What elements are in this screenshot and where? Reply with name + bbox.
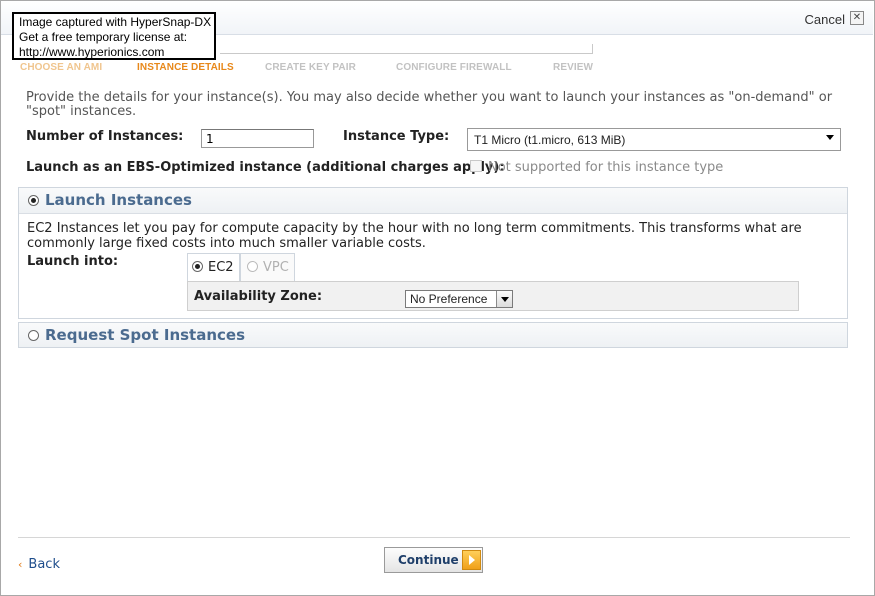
tab-vpc-label: VPC (263, 260, 289, 275)
wizard-progress-end (592, 44, 593, 54)
availability-zone-select[interactable]: No Preference (405, 290, 513, 308)
availability-zone-row: Availability Zone: No Preference (187, 281, 799, 311)
step-choose-ami: CHOOSE AN AMI (20, 62, 103, 73)
launch-into-label: Launch into: (27, 254, 119, 269)
intro-text: Provide the details for your instance(s)… (26, 90, 833, 119)
ebs-optimized-checkbox[interactable] (470, 160, 482, 172)
availability-zone-value: No Preference (410, 292, 488, 306)
back-link[interactable]: ‹ Back (18, 557, 60, 572)
launch-instances-panel: Launch Instances EC2 Instances let you p… (18, 187, 848, 319)
chevron-down-icon (826, 135, 834, 140)
instance-type-value: T1 Micro (t1.micro, 613 MiB) (474, 133, 626, 147)
ebs-not-supported-note: Not supported for this instance type (488, 160, 724, 175)
ec2-radio[interactable] (192, 261, 203, 272)
request-spot-header[interactable]: Request Spot Instances (19, 323, 847, 347)
close-icon[interactable]: ✕ (850, 11, 864, 25)
watermark-line-2: Get a free temporary license at: (19, 30, 188, 44)
instance-type-select[interactable]: T1 Micro (t1.micro, 613 MiB) (467, 128, 841, 151)
launch-instances-title[interactable]: Launch Instances (45, 191, 192, 209)
wizard-progress-line (220, 53, 592, 54)
availability-zone-label: Availability Zone: (194, 289, 323, 304)
vpc-radio (247, 261, 258, 272)
watermark-line-3: http://www.hyperionics.com (19, 45, 165, 59)
step-configure-firewall: CONFIGURE FIREWALL (396, 62, 512, 73)
continue-button[interactable]: Continue (384, 547, 483, 573)
cancel-link[interactable]: Cancel (805, 12, 845, 27)
hypersnap-watermark: Image captured with HyperSnap-DX Get a f… (12, 12, 216, 60)
num-instances-label: Number of Instances: (26, 129, 184, 144)
back-label: Back (28, 557, 60, 572)
arrow-right-icon (462, 550, 481, 570)
tab-ec2[interactable]: EC2 (187, 253, 240, 281)
watermark-line-1: Image captured with HyperSnap-DX (19, 15, 212, 29)
chevron-down-icon[interactable] (496, 291, 512, 307)
step-instance-details: INSTANCE DETAILS (137, 62, 234, 73)
launch-instances-radio[interactable] (28, 195, 39, 206)
step-review: REVIEW (553, 62, 594, 73)
chevron-left-icon: ‹ (18, 558, 23, 571)
num-instances-input[interactable] (201, 129, 314, 148)
ebs-optimized-label: Launch as an EBS-Optimized instance (add… (26, 160, 505, 175)
tab-ec2-label: EC2 (208, 260, 234, 275)
request-spot-radio[interactable] (28, 330, 39, 341)
launch-instances-description: EC2 Instances let you pay for compute ca… (27, 221, 802, 251)
continue-label: Continue (398, 553, 459, 567)
instance-type-label: Instance Type: (343, 129, 450, 144)
tab-vpc: VPC (240, 253, 295, 281)
request-spot-panel: Request Spot Instances (18, 322, 848, 348)
request-spot-title[interactable]: Request Spot Instances (45, 326, 245, 344)
step-create-key-pair: CREATE KEY PAIR (265, 62, 356, 73)
launch-instances-header[interactable]: Launch Instances (19, 188, 847, 214)
footer-divider (18, 537, 850, 538)
